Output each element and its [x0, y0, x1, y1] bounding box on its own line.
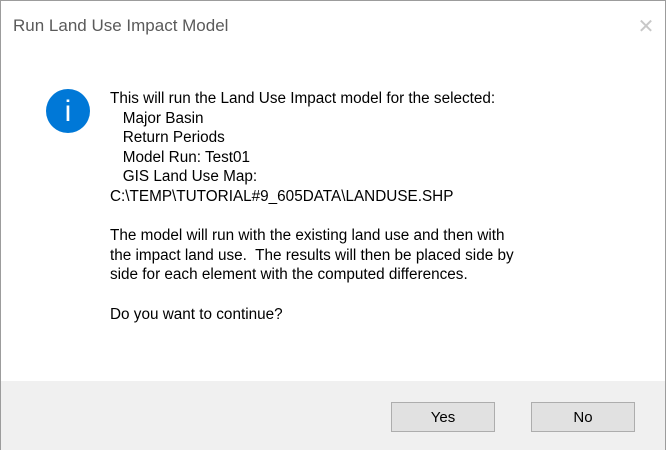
no-button[interactable]: No	[531, 402, 635, 432]
message-line: side for each element with the computed …	[110, 266, 468, 284]
message-text: This will run the Land Use Impact model …	[110, 89, 640, 324]
message-spacer	[110, 207, 640, 227]
info-icon-glyph: i	[65, 95, 72, 128]
yes-button[interactable]: Yes	[391, 402, 495, 432]
dialog-window: Run Land Use Impact Model ✕ i This will …	[0, 0, 666, 450]
message-line: Do you want to continue?	[110, 305, 283, 323]
title-bar: Run Land Use Impact Model ✕	[1, 1, 665, 53]
window-title: Run Land Use Impact Model	[13, 16, 229, 35]
message-line: Major Basin	[110, 109, 204, 127]
message-line: The model will run with the existing lan…	[110, 227, 505, 245]
message-line: Return Periods	[110, 129, 225, 147]
button-bar: Yes No	[1, 381, 665, 450]
close-button[interactable]: ✕	[633, 13, 659, 39]
message-line: C:\TEMP\TUTORIAL#9_605DATA\LANDUSE.SHP	[110, 187, 454, 205]
message-line: This will run the Land Use Impact model …	[110, 90, 496, 107]
message-line: GIS Land Use Map:	[110, 168, 258, 186]
info-icon: i	[46, 89, 90, 133]
message-spacer	[110, 285, 640, 305]
close-icon: ✕	[637, 15, 655, 38]
message-line: Model Run: Test01	[110, 148, 251, 166]
dialog-content: i This will run the Land Use Impact mode…	[1, 53, 665, 368]
message-line: the impact land use. The results will th…	[110, 246, 514, 264]
